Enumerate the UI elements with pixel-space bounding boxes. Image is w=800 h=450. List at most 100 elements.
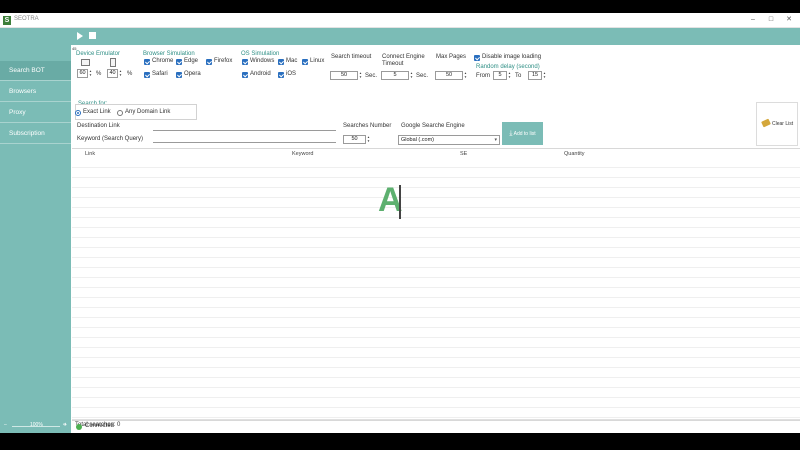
zoom-control: – 100% + xyxy=(0,421,71,431)
firefox-checkbox[interactable] xyxy=(206,59,212,65)
exact-link-radio[interactable] xyxy=(75,110,81,116)
random-delay-from-label: From xyxy=(476,73,490,79)
edge-checkbox[interactable] xyxy=(176,59,182,65)
disable-image-loading-checkbox[interactable] xyxy=(474,55,480,61)
connect-engine-timeout-unit: Sec. xyxy=(416,73,429,79)
mac-checkbox[interactable] xyxy=(278,59,284,65)
mobile-percent-unit: % xyxy=(127,71,133,77)
zoom-value: 100% xyxy=(30,422,43,428)
mobile-percent-input[interactable]: 40 xyxy=(107,69,118,78)
clear-list-label: Clear List xyxy=(772,121,794,127)
search-engine-value: Global (.com) xyxy=(401,137,435,143)
os-simulation-title: OS Simulation xyxy=(241,51,280,57)
linux-checkbox[interactable] xyxy=(302,59,308,65)
any-domain-link-radio[interactable] xyxy=(117,110,123,116)
add-to-list-label: Add to list xyxy=(513,130,536,137)
title-bar: S SEOTRA – □ ✕ xyxy=(0,13,800,28)
random-delay-from-input[interactable]: 5 xyxy=(493,71,507,80)
device-emulator-title: Device Emulator xyxy=(76,51,121,57)
sidebar-item-proxy[interactable]: Proxy xyxy=(0,103,71,123)
sidebar-item-subscription[interactable]: Subscription xyxy=(0,124,71,144)
any-domain-link-label: Any Domain Link xyxy=(125,109,171,115)
android-checkbox[interactable] xyxy=(242,72,248,78)
desktop-percent-input[interactable]: 60 xyxy=(77,69,88,78)
chrome-label: Chrome xyxy=(152,58,174,64)
opera-checkbox[interactable] xyxy=(176,72,182,78)
status-bar: Connected xyxy=(72,419,800,433)
search-timeout-stepper[interactable]: ▲ ▼ xyxy=(358,71,363,80)
edge-label: Edge xyxy=(184,58,199,64)
exact-link-label: Exact Link xyxy=(83,109,111,115)
search-engine-label: Google Searche Engine xyxy=(401,123,465,129)
safari-checkbox[interactable] xyxy=(144,72,150,78)
maximize-button[interactable]: □ xyxy=(762,15,780,25)
window-title: SEOTRA xyxy=(14,16,39,22)
connection-status: Connected xyxy=(85,423,115,429)
clear-list-button[interactable]: Clear List xyxy=(756,102,798,146)
max-pages-stepper[interactable]: ▲ ▼ xyxy=(463,71,468,80)
linux-label: Linux xyxy=(310,58,325,64)
random-delay-to-input[interactable]: 15 xyxy=(528,71,542,80)
app-window: S SEOTRA – □ ✕ Search BOT Browsers Proxy… xyxy=(0,13,800,433)
eraser-icon xyxy=(761,118,771,128)
windows-label: Windows xyxy=(250,58,275,64)
minimize-button[interactable]: – xyxy=(744,15,762,25)
browser-simulation-title: Browser Simulation xyxy=(143,51,195,57)
random-delay-from-stepper[interactable]: ▲ ▼ xyxy=(507,71,512,80)
ios-checkbox[interactable] xyxy=(278,72,284,78)
close-button[interactable]: ✕ xyxy=(780,15,798,25)
sidebar: Search BOT Browsers Proxy Subscription –… xyxy=(0,45,71,433)
collapse-sidebar-icon[interactable]: « xyxy=(63,422,66,428)
search-timeout-label: Search timeout xyxy=(331,54,372,60)
desktop-percent-stepper[interactable]: ▲ ▼ xyxy=(88,69,93,78)
keyword-label: Keyword (Search Query) xyxy=(77,136,144,142)
destination-link-label: Destination Link xyxy=(77,123,120,129)
searches-number-input[interactable]: 50 xyxy=(343,135,366,144)
mobile-percent-stepper[interactable]: ▲ ▼ xyxy=(118,69,123,78)
download-icon: ⤓ xyxy=(509,130,513,137)
chrome-checkbox[interactable] xyxy=(144,59,150,65)
play-icon[interactable] xyxy=(77,32,83,40)
firefox-label: Firefox xyxy=(214,58,233,64)
mobile-icon xyxy=(110,58,116,67)
text-caret xyxy=(399,185,401,219)
random-delay-to-label: To xyxy=(515,73,522,79)
searches-number-label: Searches Number xyxy=(343,123,392,129)
max-pages-label: Max Pages xyxy=(436,54,467,60)
random-delay-title: Random delay (second) xyxy=(476,64,540,70)
desktop-icon xyxy=(81,59,90,66)
toolbar xyxy=(0,28,800,45)
safari-label: Safari xyxy=(152,71,168,77)
zoom-out-button[interactable]: – xyxy=(4,422,7,428)
search-engine-select[interactable]: Global (.com) ▾ xyxy=(398,135,500,145)
stop-icon[interactable] xyxy=(89,32,96,39)
connect-engine-timeout-label: Connect Engine Timeout xyxy=(382,54,425,67)
searches-table: Link Keyword SE Quantity A xyxy=(72,148,800,422)
search-timeout-unit: Sec. xyxy=(365,73,378,79)
column-header-link[interactable]: Link xyxy=(85,151,95,157)
searches-number-stepper[interactable]: ▲ ▼ xyxy=(366,135,371,144)
keyword-input[interactable] xyxy=(153,135,336,143)
max-pages-input[interactable]: 50 xyxy=(435,71,463,80)
destination-link-input[interactable] xyxy=(153,123,336,131)
search-timeout-input[interactable]: 50 xyxy=(330,71,358,80)
disable-image-loading-label: Disable image loading xyxy=(482,54,542,60)
ios-label: iOS xyxy=(286,71,297,77)
sidebar-item-search-bot[interactable]: Search BOT xyxy=(0,61,71,81)
android-label: Android xyxy=(250,71,271,77)
mac-label: Mac xyxy=(286,58,298,64)
app-logo-icon: S xyxy=(3,16,11,25)
random-delay-to-stepper[interactable]: ▲ ▼ xyxy=(542,71,547,80)
windows-checkbox[interactable] xyxy=(242,59,248,65)
sidebar-item-browsers[interactable]: Browsers xyxy=(0,82,71,102)
table-body xyxy=(72,158,800,422)
main-panel: 45 Device Emulator 60 ▲ ▼ % 40 ▲ ▼ % Brows… xyxy=(72,45,800,433)
chevron-down-icon: ▾ xyxy=(494,137,497,143)
add-to-list-button[interactable]: ⤓ Add to list xyxy=(502,122,543,145)
column-header-quantity[interactable]: Quantity xyxy=(564,151,584,157)
connect-engine-timeout-input[interactable]: 5 xyxy=(381,71,409,80)
opera-label: Opera xyxy=(184,71,201,77)
column-header-keyword[interactable]: Keyword xyxy=(292,151,313,157)
column-header-se[interactable]: SE xyxy=(460,151,467,157)
connect-engine-timeout-stepper[interactable]: ▲ ▼ xyxy=(409,71,414,80)
